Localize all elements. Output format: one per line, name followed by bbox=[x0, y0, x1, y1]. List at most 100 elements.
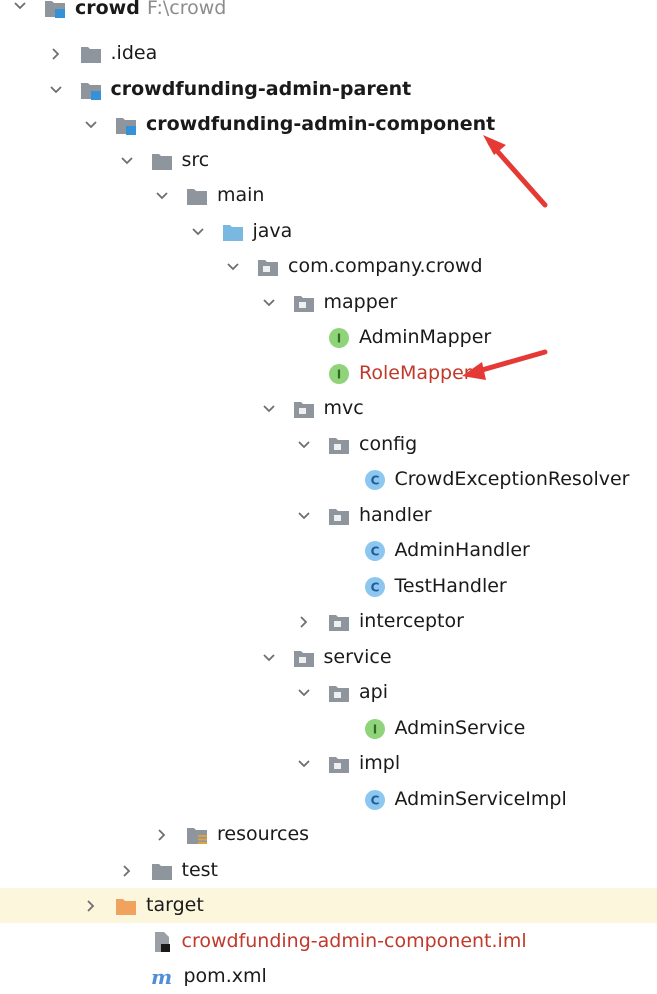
tree-row-src[interactable]: src bbox=[0, 143, 657, 178]
chevron-down-icon[interactable] bbox=[296, 755, 312, 771]
tree-item-label: AdminService bbox=[394, 716, 526, 739]
source-folder-icon bbox=[222, 221, 244, 243]
tree-row-impl[interactable]: impl bbox=[0, 746, 657, 781]
chevron-right-icon[interactable] bbox=[296, 613, 312, 629]
tree-item-label: interceptor bbox=[359, 610, 464, 632]
tree-row-pkg-crowd[interactable]: com.company.crowd bbox=[0, 249, 657, 284]
tree-item-label: AdminMapper bbox=[359, 326, 492, 348]
svg-text:I: I bbox=[337, 332, 341, 346]
chevron-down-icon[interactable] bbox=[12, 0, 28, 13]
tree-item-label: handler bbox=[359, 503, 432, 526]
tree-row-mvc[interactable]: mvc bbox=[0, 391, 657, 426]
tree-item-label: AdminServiceImpl bbox=[394, 787, 567, 810]
tree-row-service[interactable]: service bbox=[0, 640, 657, 675]
tree-row-admin-service-impl[interactable]: C AdminServiceImpl bbox=[0, 782, 657, 817]
tree-item-label: AdminHandler bbox=[394, 539, 530, 561]
class-icon: C bbox=[364, 789, 386, 811]
tree-item-label: crowd bbox=[75, 0, 140, 19]
folder-icon bbox=[80, 43, 102, 65]
tree-row-mapper[interactable]: mapper bbox=[0, 285, 657, 320]
svg-text:I: I bbox=[337, 367, 341, 381]
tree-row-main[interactable]: main bbox=[0, 178, 657, 213]
chevron-down-icon[interactable] bbox=[296, 436, 312, 452]
chevron-down-icon[interactable] bbox=[48, 81, 64, 97]
chevron-down-icon[interactable] bbox=[190, 223, 206, 239]
tree-row-admin-mapper[interactable]: I AdminMapper bbox=[0, 320, 657, 355]
chevron-down-icon[interactable] bbox=[261, 400, 277, 416]
tree-row-admin-handler[interactable]: C AdminHandler bbox=[0, 533, 657, 568]
tree-item-label: pom.xml bbox=[183, 965, 267, 987]
tree-row-config[interactable]: config bbox=[0, 427, 657, 462]
package-icon bbox=[328, 682, 350, 704]
chevron-down-icon[interactable] bbox=[83, 116, 99, 132]
chevron-down-icon[interactable] bbox=[296, 507, 312, 523]
tree-item-label: CrowdExceptionResolver bbox=[394, 468, 630, 490]
class-icon: C bbox=[364, 469, 386, 491]
tree-row-admin-component[interactable]: crowdfunding-admin-component bbox=[0, 107, 657, 142]
chevron-right-icon[interactable] bbox=[154, 826, 170, 842]
tree-item-label: resources bbox=[217, 823, 310, 845]
tree-row-api[interactable]: api bbox=[0, 675, 657, 710]
folder-icon bbox=[151, 860, 173, 882]
tree-item-label: com.company.crowd bbox=[288, 255, 483, 277]
svg-text:C: C bbox=[370, 793, 379, 807]
tree-row-target[interactable]: target bbox=[0, 888, 657, 923]
tree-row-test[interactable]: test bbox=[0, 853, 657, 888]
folder-icon bbox=[186, 185, 208, 207]
interface-icon: I bbox=[328, 363, 350, 385]
package-icon bbox=[293, 647, 315, 669]
iml-file-icon bbox=[151, 931, 173, 953]
chevron-down-icon[interactable] bbox=[261, 294, 277, 310]
tree-row-crowd[interactable]: crowd F:\crowd bbox=[0, 0, 657, 36]
tree-item-label: test bbox=[181, 858, 219, 881]
chevron-down-icon[interactable] bbox=[225, 258, 241, 274]
tree-item-label: target bbox=[146, 894, 204, 916]
tree-row-test-handler[interactable]: C TestHandler bbox=[0, 569, 657, 604]
chevron-down-icon[interactable] bbox=[296, 684, 312, 700]
tree-row-interceptor[interactable]: interceptor bbox=[0, 604, 657, 639]
tree-row-admin-parent[interactable]: crowdfunding-admin-parent bbox=[0, 72, 657, 107]
module-folder-icon bbox=[80, 79, 102, 101]
chevron-down-icon[interactable] bbox=[261, 649, 277, 665]
folder-icon bbox=[151, 150, 173, 172]
svg-text:C: C bbox=[370, 545, 379, 559]
tree-item-label: main bbox=[217, 184, 265, 206]
maven-icon: m bbox=[151, 965, 173, 989]
class-icon: C bbox=[364, 576, 386, 598]
tree-item-label: service bbox=[323, 645, 392, 668]
tree-item-label: crowdfunding-admin-parent bbox=[110, 77, 412, 100]
tree-item-label: api bbox=[359, 681, 388, 703]
tree-item-label: TestHandler bbox=[394, 574, 507, 597]
svg-text:m: m bbox=[151, 966, 172, 988]
package-icon bbox=[328, 434, 350, 456]
package-icon bbox=[293, 398, 315, 420]
svg-text:I: I bbox=[372, 722, 376, 736]
tree-item-label: impl bbox=[359, 752, 401, 774]
tree-row-admin-service[interactable]: I AdminService bbox=[0, 711, 657, 746]
module-folder-icon bbox=[115, 114, 137, 136]
package-icon bbox=[328, 505, 350, 527]
resources-folder-icon bbox=[186, 824, 208, 846]
chevron-down-icon[interactable] bbox=[119, 152, 135, 168]
chevron-right-icon[interactable] bbox=[119, 862, 135, 878]
tree-row-java[interactable]: java bbox=[0, 214, 657, 249]
tree-row-handler[interactable]: handler bbox=[0, 498, 657, 533]
tree-row-resources[interactable]: resources bbox=[0, 817, 657, 852]
tree-row-crowd-exception-resolver[interactable]: C CrowdExceptionResolver bbox=[0, 462, 657, 497]
svg-text:C: C bbox=[370, 474, 379, 488]
tree-row-iml[interactable]: crowdfunding-admin-component.iml bbox=[0, 924, 657, 959]
package-icon bbox=[293, 292, 315, 314]
interface-icon: I bbox=[364, 718, 386, 740]
tree-row-idea[interactable]: .idea bbox=[0, 36, 657, 71]
tree-row-role-mapper[interactable]: I RoleMapper bbox=[0, 356, 657, 391]
tree-item-label: RoleMapper bbox=[359, 361, 472, 384]
chevron-down-icon[interactable] bbox=[154, 187, 170, 203]
tree-item-label: java bbox=[252, 219, 293, 242]
tree-item-path: F:\crowd bbox=[147, 0, 227, 19]
tree-item-label: config bbox=[359, 432, 418, 455]
excluded-folder-icon bbox=[115, 895, 137, 917]
chevron-right-icon[interactable] bbox=[48, 45, 64, 61]
svg-text:C: C bbox=[370, 580, 379, 594]
tree-item-label: .idea bbox=[110, 42, 158, 64]
chevron-right-icon[interactable] bbox=[83, 897, 99, 913]
